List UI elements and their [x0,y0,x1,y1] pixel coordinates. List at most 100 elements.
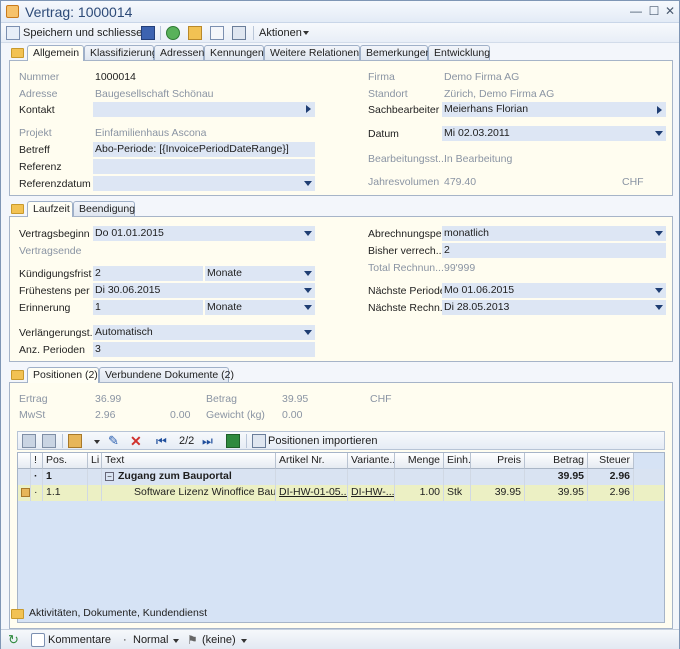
export-right-icon[interactable] [42,434,56,448]
minimize-icon[interactable]: — [629,4,643,18]
sachbearbeiter-field[interactable]: Meierhans Florian [442,102,666,117]
tab-entwicklung[interactable]: Entwicklung [428,45,490,60]
referenzdatum-field[interactable] [93,176,315,191]
priority-select[interactable]: Normal [133,632,168,648]
tab-allgemein[interactable]: Allgemein [27,45,84,61]
gewicht-label: Gewicht (kg) [206,409,265,421]
grid-header-li[interactable]: Li [88,453,102,469]
related-section[interactable]: Aktivitäten, Dokumente, Kundendienst [9,605,673,623]
chevron-down-icon[interactable] [241,639,247,643]
import-icon[interactable] [252,434,266,448]
first-page-icon[interactable]: ⏮ [156,434,170,448]
print-icon[interactable] [232,26,246,40]
edit-icon[interactable]: ✎ [108,434,122,448]
datum-field[interactable]: Mi 02.03.2011 [442,126,666,141]
verlaengerung-label: Verlängerungst... [19,327,99,339]
grid-header-pos[interactable]: Pos. [43,453,88,469]
naechste-periode-field[interactable]: Mo 01.06.2015 [442,283,666,298]
delete-icon[interactable]: ✕ [130,434,144,448]
chevron-down-icon[interactable] [304,330,312,335]
flag-select[interactable]: (keine) [202,632,236,648]
grid-header-icon[interactable] [18,453,31,469]
grid-header-menge[interactable]: Menge [395,453,444,469]
grid-header-artikel[interactable]: Artikel Nr. [276,453,348,469]
chevron-down-icon[interactable] [655,288,663,293]
tab-klassifizierung[interactable]: Klassifizierung [84,45,158,60]
chevron-down-icon[interactable] [304,231,312,236]
folder-icon [11,370,24,380]
fruehestens-label: Frühestens per [19,285,90,297]
grid-header-text[interactable]: Text [102,453,276,469]
last-page-icon[interactable]: ⏭ [202,434,216,448]
table-row[interactable]: · 1.1 Software Lizenz Winoffice Bau... D… [18,485,664,501]
bisher-field[interactable]: 2 [442,243,666,258]
grid-header-steuer[interactable]: Steuer [588,453,634,469]
tab-bemerkungen[interactable]: Bemerkungen [360,45,431,60]
comments-button[interactable]: Kommentare [48,632,111,648]
collapse-icon[interactable]: − [105,472,114,481]
chevron-down-icon[interactable] [655,231,663,236]
save-close-button[interactable]: Speichern und schliessen [23,25,148,41]
actions-menu[interactable]: Aktionen [259,25,302,41]
chevron-down-icon[interactable] [304,271,312,276]
refresh-icon[interactable]: ↻ [8,633,22,647]
fruehestens-field[interactable]: Di 30.06.2015 [93,283,315,298]
grid-toolbar: ✎ ✕ ⏮ 2/2 ⏭ Positionen importieren [17,431,665,450]
firma-value: Demo Firma AG [444,71,520,83]
naechste-rechnung-field[interactable]: Di 28.05.2013 [442,300,666,315]
document-icon[interactable] [210,26,224,40]
anz-perioden-field[interactable]: 3 [93,342,315,357]
datum-label: Datum [368,128,399,140]
grid-header-preis[interactable]: Preis [471,453,525,469]
mwst-label: MwSt [19,409,46,421]
tab-kennungen[interactable]: Kennungen [204,45,264,60]
chevron-down-icon[interactable] [304,305,312,310]
kontakt-field[interactable] [93,102,315,117]
folder-icon [11,609,24,619]
positions-grid: ! Pos. Li Text Artikel Nr. Variante... M… [17,452,665,623]
tab-laufzeit[interactable]: Laufzeit [27,201,73,217]
grid-header-einheit[interactable]: Einh. [444,453,471,469]
close-icon[interactable]: ✕ [663,4,677,18]
tab-beendigung[interactable]: Beendigung [73,201,135,216]
maximize-icon[interactable]: ☐ [647,4,661,18]
bisher-label: Bisher verrech... [368,245,445,257]
forward-icon[interactable] [166,26,180,40]
grid-header-variante[interactable]: Variante... [348,453,395,469]
priority-dot: · [123,634,127,646]
kuendigungsfrist-field[interactable]: 2 [93,266,203,281]
verlaengerung-field[interactable]: Automatisch [93,325,315,340]
import-positions-button[interactable]: Positionen importieren [268,433,377,449]
erinnerung-field[interactable]: 1 [93,300,203,315]
grid-header-flag[interactable]: ! [31,453,43,469]
ertrag-label: Ertrag [19,393,48,405]
tab-positionen[interactable]: Positionen (2) [27,367,99,383]
erinnerung-unit[interactable]: Monate [205,300,315,315]
grid-header-betrag[interactable]: Betrag [525,453,588,469]
chevron-down-icon[interactable] [303,31,309,35]
tab-verbundene-dokumente[interactable]: Verbundene Dokumente (2) [99,367,234,382]
chevron-down-icon[interactable] [655,131,663,136]
comment-icon[interactable] [31,633,45,647]
tab-adressen[interactable]: Adressen [154,45,204,60]
chevron-down-icon[interactable] [304,288,312,293]
save-icon[interactable] [141,26,155,40]
chevron-down-icon[interactable] [655,305,663,310]
box-icon[interactable] [68,434,82,448]
chevron-down-icon[interactable] [173,639,179,643]
abrechnung-field[interactable]: monatlich [442,226,666,241]
save-close-icon [6,26,20,40]
vertragsbeginn-field[interactable]: Do 01.01.2015 [93,226,315,241]
excel-icon[interactable] [226,434,240,448]
variant-link[interactable]: DI-HW-... [348,485,395,501]
import-left-icon[interactable] [22,434,36,448]
chevron-down-icon[interactable] [94,440,100,444]
betreff-field[interactable]: Abo-Periode: [{InvoicePeriodDateRange}] [93,142,315,157]
tab-weitere-relationen[interactable]: Weitere Relationen [264,45,360,60]
mail-icon[interactable] [188,26,202,40]
article-link[interactable]: DI-HW-01-05... [276,485,348,501]
referenz-field[interactable] [93,159,315,174]
table-row[interactable]: · 1 − Zugang zum Bauportal 39.95 2.96 [18,469,664,485]
kuendigungsfrist-unit[interactable]: Monate [205,266,315,281]
chevron-right-icon[interactable] [657,106,662,114]
